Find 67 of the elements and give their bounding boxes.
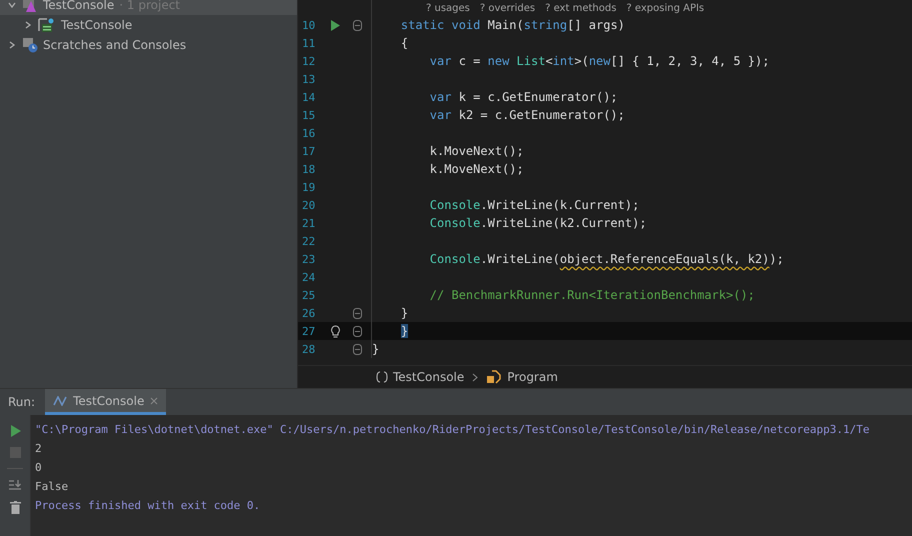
console-output-line: False xyxy=(35,479,70,495)
code-line: k.MoveNext(); xyxy=(428,144,524,158)
class-icon xyxy=(486,370,502,384)
run-icon[interactable] xyxy=(10,425,20,437)
code-line: { xyxy=(400,36,408,50)
trash-icon[interactable] xyxy=(10,501,20,514)
code-lens-link[interactable]: ? overrides xyxy=(480,2,536,14)
line-number: 13 xyxy=(302,72,316,86)
line-number: 20 xyxy=(302,198,316,212)
line-number: 12 xyxy=(302,54,316,68)
line-number: 19 xyxy=(302,180,316,194)
tree-label: TestConsole xyxy=(43,0,114,12)
console-output-line: 2 xyxy=(35,441,43,457)
dotnet-icon xyxy=(53,396,68,406)
breadcrumb-item[interactable]: TestConsole xyxy=(376,370,464,384)
fold-marker-icon[interactable] xyxy=(352,344,362,354)
line-number: 18 xyxy=(302,162,316,176)
line-number: 23 xyxy=(302,252,316,266)
console-output-line: "C:\Program Files\dotnet\dotnet.exe" C:/Users/n.petrochenko/RiderProjects/TestConsole/TestConsole/bin/Release/netcoreapp3.1/Te xyxy=(35,422,870,438)
breadcrumb-item[interactable]: Program xyxy=(486,370,558,384)
lightbulb-icon[interactable] xyxy=(330,324,340,338)
tree-label: Scratches and Consoles xyxy=(43,38,186,52)
line-number: 24 xyxy=(302,270,316,284)
run-tab[interactable]: TestConsole xyxy=(45,389,166,415)
code-lens-link[interactable]: ? usages xyxy=(426,2,470,14)
line-number: 22 xyxy=(302,234,316,248)
code-line: Console.WriteLine(k.Current); xyxy=(428,198,640,212)
code-line: k.MoveNext(); xyxy=(428,162,524,176)
code-line: var k = c.GetEnumerator(); xyxy=(428,90,618,104)
line-number: 21 xyxy=(302,216,316,230)
line-number: 17 xyxy=(302,144,316,158)
code-lens-link[interactable]: ? exposing APIs xyxy=(626,2,704,14)
code-line: } xyxy=(400,306,408,320)
chevron-icon xyxy=(472,372,478,382)
line-number: 14 xyxy=(302,90,316,104)
code-line: } xyxy=(372,342,380,356)
line-number: 28 xyxy=(302,342,316,356)
fold-marker-icon[interactable] xyxy=(352,326,362,336)
line-number: 27 xyxy=(302,324,316,338)
line-number: 26 xyxy=(302,306,316,320)
code-line: // BenchmarkRunner.Run<IterationBenchmark>(); xyxy=(428,288,755,302)
line-number: 10 xyxy=(302,18,316,32)
code-lens-link[interactable]: ? ext methods xyxy=(545,2,616,14)
console-output-line: Process finished with exit code 0. xyxy=(35,498,262,514)
fold-marker-icon[interactable] xyxy=(352,20,362,30)
scroll-to-end-icon[interactable] xyxy=(8,479,22,491)
csharp-project-icon xyxy=(38,17,56,33)
code-line: Console.WriteLine(object.ReferenceEquals(k, k2)); xyxy=(428,252,784,266)
code-line: var c = new List<int>(new[] { 1, 2, 3, 4, 5 }); xyxy=(428,54,770,68)
close-icon[interactable] xyxy=(150,396,158,404)
line-number: 25 xyxy=(302,288,316,302)
run-icon[interactable] xyxy=(330,20,340,30)
run-panel-title: Run: xyxy=(7,395,36,409)
code-line: var k2 = c.GetEnumerator(); xyxy=(428,108,625,122)
code-line: static void Main(string[] args) xyxy=(400,18,625,32)
tree-label: TestConsole xyxy=(61,18,132,32)
tree-item[interactable]: Scratches and Consoles xyxy=(0,35,297,55)
line-number: 15 xyxy=(302,108,316,122)
fold-marker-icon[interactable] xyxy=(352,308,362,318)
tree-item[interactable]: TestConsole xyxy=(0,15,297,35)
scratches-icon xyxy=(22,37,38,53)
solution-icon xyxy=(22,0,38,13)
line-number: 16 xyxy=(302,126,316,140)
line-number: 11 xyxy=(302,36,316,50)
console-output-line: 0 xyxy=(35,460,43,476)
code-line: Console.WriteLine(k2.Current); xyxy=(428,216,647,230)
namespace-icon xyxy=(376,371,388,383)
